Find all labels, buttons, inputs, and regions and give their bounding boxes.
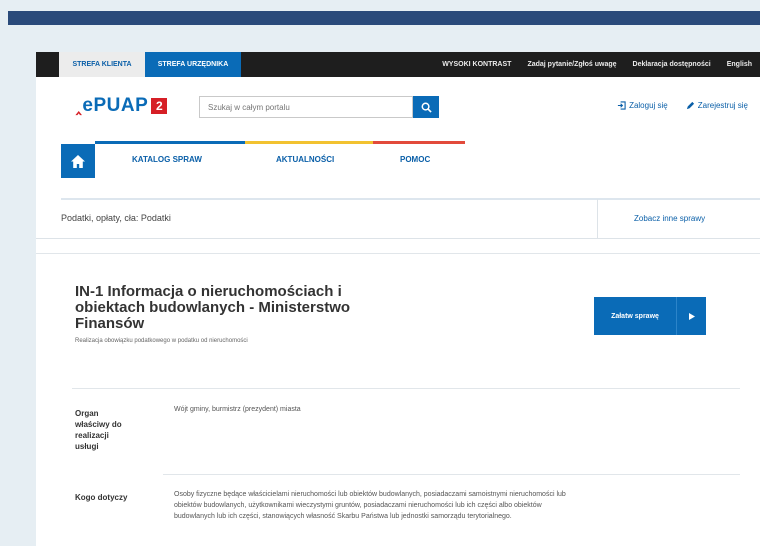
handle-case-label: Załatw sprawę [611, 312, 659, 320]
section-divider [36, 253, 760, 254]
feedback-link[interactable]: Zadaj pytanie/Zgłoś uwagę [527, 61, 616, 68]
register-label: Zarejestruj się [697, 101, 748, 110]
english-link[interactable]: English [727, 61, 752, 68]
detail-value-line: Osoby fizyczne będące właścicielami nier… [174, 491, 566, 498]
window-top-strip [8, 11, 760, 25]
login-link[interactable]: Zaloguj się [617, 101, 668, 110]
utility-links: WYSOKI KONTRAST Zadaj pytanie/Zgłoś uwag… [442, 61, 760, 68]
breadcrumb: Podatki, opłaty, cła: Podatki [61, 213, 171, 223]
tab-zone-office[interactable]: STREFA URZĘDNIKA [145, 52, 241, 77]
search-input[interactable] [199, 96, 413, 118]
tab-zone-client[interactable]: STREFA KLIENTA [59, 52, 145, 77]
other-cases-link[interactable]: Zobacz inne sprawy [634, 214, 705, 223]
detail-value-line: budowlanych lub ich części, stanowiących… [174, 513, 512, 520]
service-title-line: Finansów [75, 315, 145, 332]
service-title-line: obiektach budowlanych - Ministerstwo [75, 299, 351, 316]
home-button[interactable] [61, 144, 95, 178]
pencil-icon [686, 101, 694, 110]
breadcrumb-separator [597, 199, 598, 239]
service-header: IN-1 Informacja o nieruchomościach i obi… [75, 284, 375, 345]
logo-text: ePUAP [82, 95, 149, 116]
header: ‸ ePUAP 2 Zaloguj się Zar [36, 77, 760, 135]
detail-label-line: realizacji [75, 431, 109, 440]
utility-bar: STREFA KLIENTA STREFA URZĘDNIKA WYSOKI K… [36, 52, 760, 77]
details-divider [163, 474, 740, 475]
detail-label-line: właściwy do [75, 420, 122, 429]
service-title-line: IN-1 Informacja o nieruchomościach i [75, 283, 342, 300]
detail-value-line: obiektów budowlanych, użytkownikami wiec… [174, 502, 542, 509]
high-contrast-link[interactable]: WYSOKI KONTRAST [442, 61, 511, 68]
search-button[interactable] [413, 96, 439, 118]
play-arrow-icon [676, 297, 706, 335]
logo-badge: 2 [151, 98, 168, 114]
detail-value-line: Wójt gminy, burmistrz (prezydent) miasta [174, 406, 301, 413]
breadcrumb-bar: Podatki, opłaty, cła: Podatki Zobacz inn… [36, 199, 760, 239]
detail-value-organ: Wójt gminy, burmistrz (prezydent) miasta [174, 404, 301, 415]
detail-label-line: usługi [75, 442, 99, 451]
service-subtitle: Realizacja obowiązku podatkowego w podat… [75, 338, 248, 344]
login-label: Zaloguj się [629, 101, 668, 110]
auth-links: Zaloguj się Zarejestruj się [617, 101, 748, 110]
epuap-logo[interactable]: ‸ ePUAP 2 [76, 95, 168, 117]
detail-label-line: Organ [75, 409, 99, 418]
detail-label-concerns: Kogo dotyczy [75, 492, 127, 503]
accessibility-link[interactable]: Deklaracja dostępności [633, 61, 711, 68]
handle-case-button[interactable]: Załatw sprawę [594, 297, 706, 335]
details-divider [72, 388, 740, 389]
main-nav: KATALOG SPRAW AKTUALNOŚCI POMOC [36, 144, 760, 182]
detail-label-organ: Organ właściwy do realizacji usługi [75, 408, 122, 452]
detail-value-concerns: Osoby fizyczne będące właścicielami nier… [174, 489, 566, 522]
nav-item-catalog[interactable]: KATALOG SPRAW [132, 155, 202, 164]
register-link[interactable]: Zarejestruj się [686, 101, 748, 110]
home-icon [71, 154, 85, 168]
nav-item-help[interactable]: POMOC [400, 155, 430, 164]
detail-label-line: Kogo dotyczy [75, 493, 128, 502]
service-title: IN-1 Informacja o nieruchomościach i obi… [75, 284, 375, 332]
login-icon [617, 101, 626, 110]
logo-swoosh-icon: ‸ [76, 98, 82, 115]
nav-item-news[interactable]: AKTUALNOŚCI [276, 155, 334, 164]
search-icon [421, 102, 432, 113]
epuap-page: STREFA KLIENTA STREFA URZĘDNIKA WYSOKI K… [36, 52, 760, 546]
